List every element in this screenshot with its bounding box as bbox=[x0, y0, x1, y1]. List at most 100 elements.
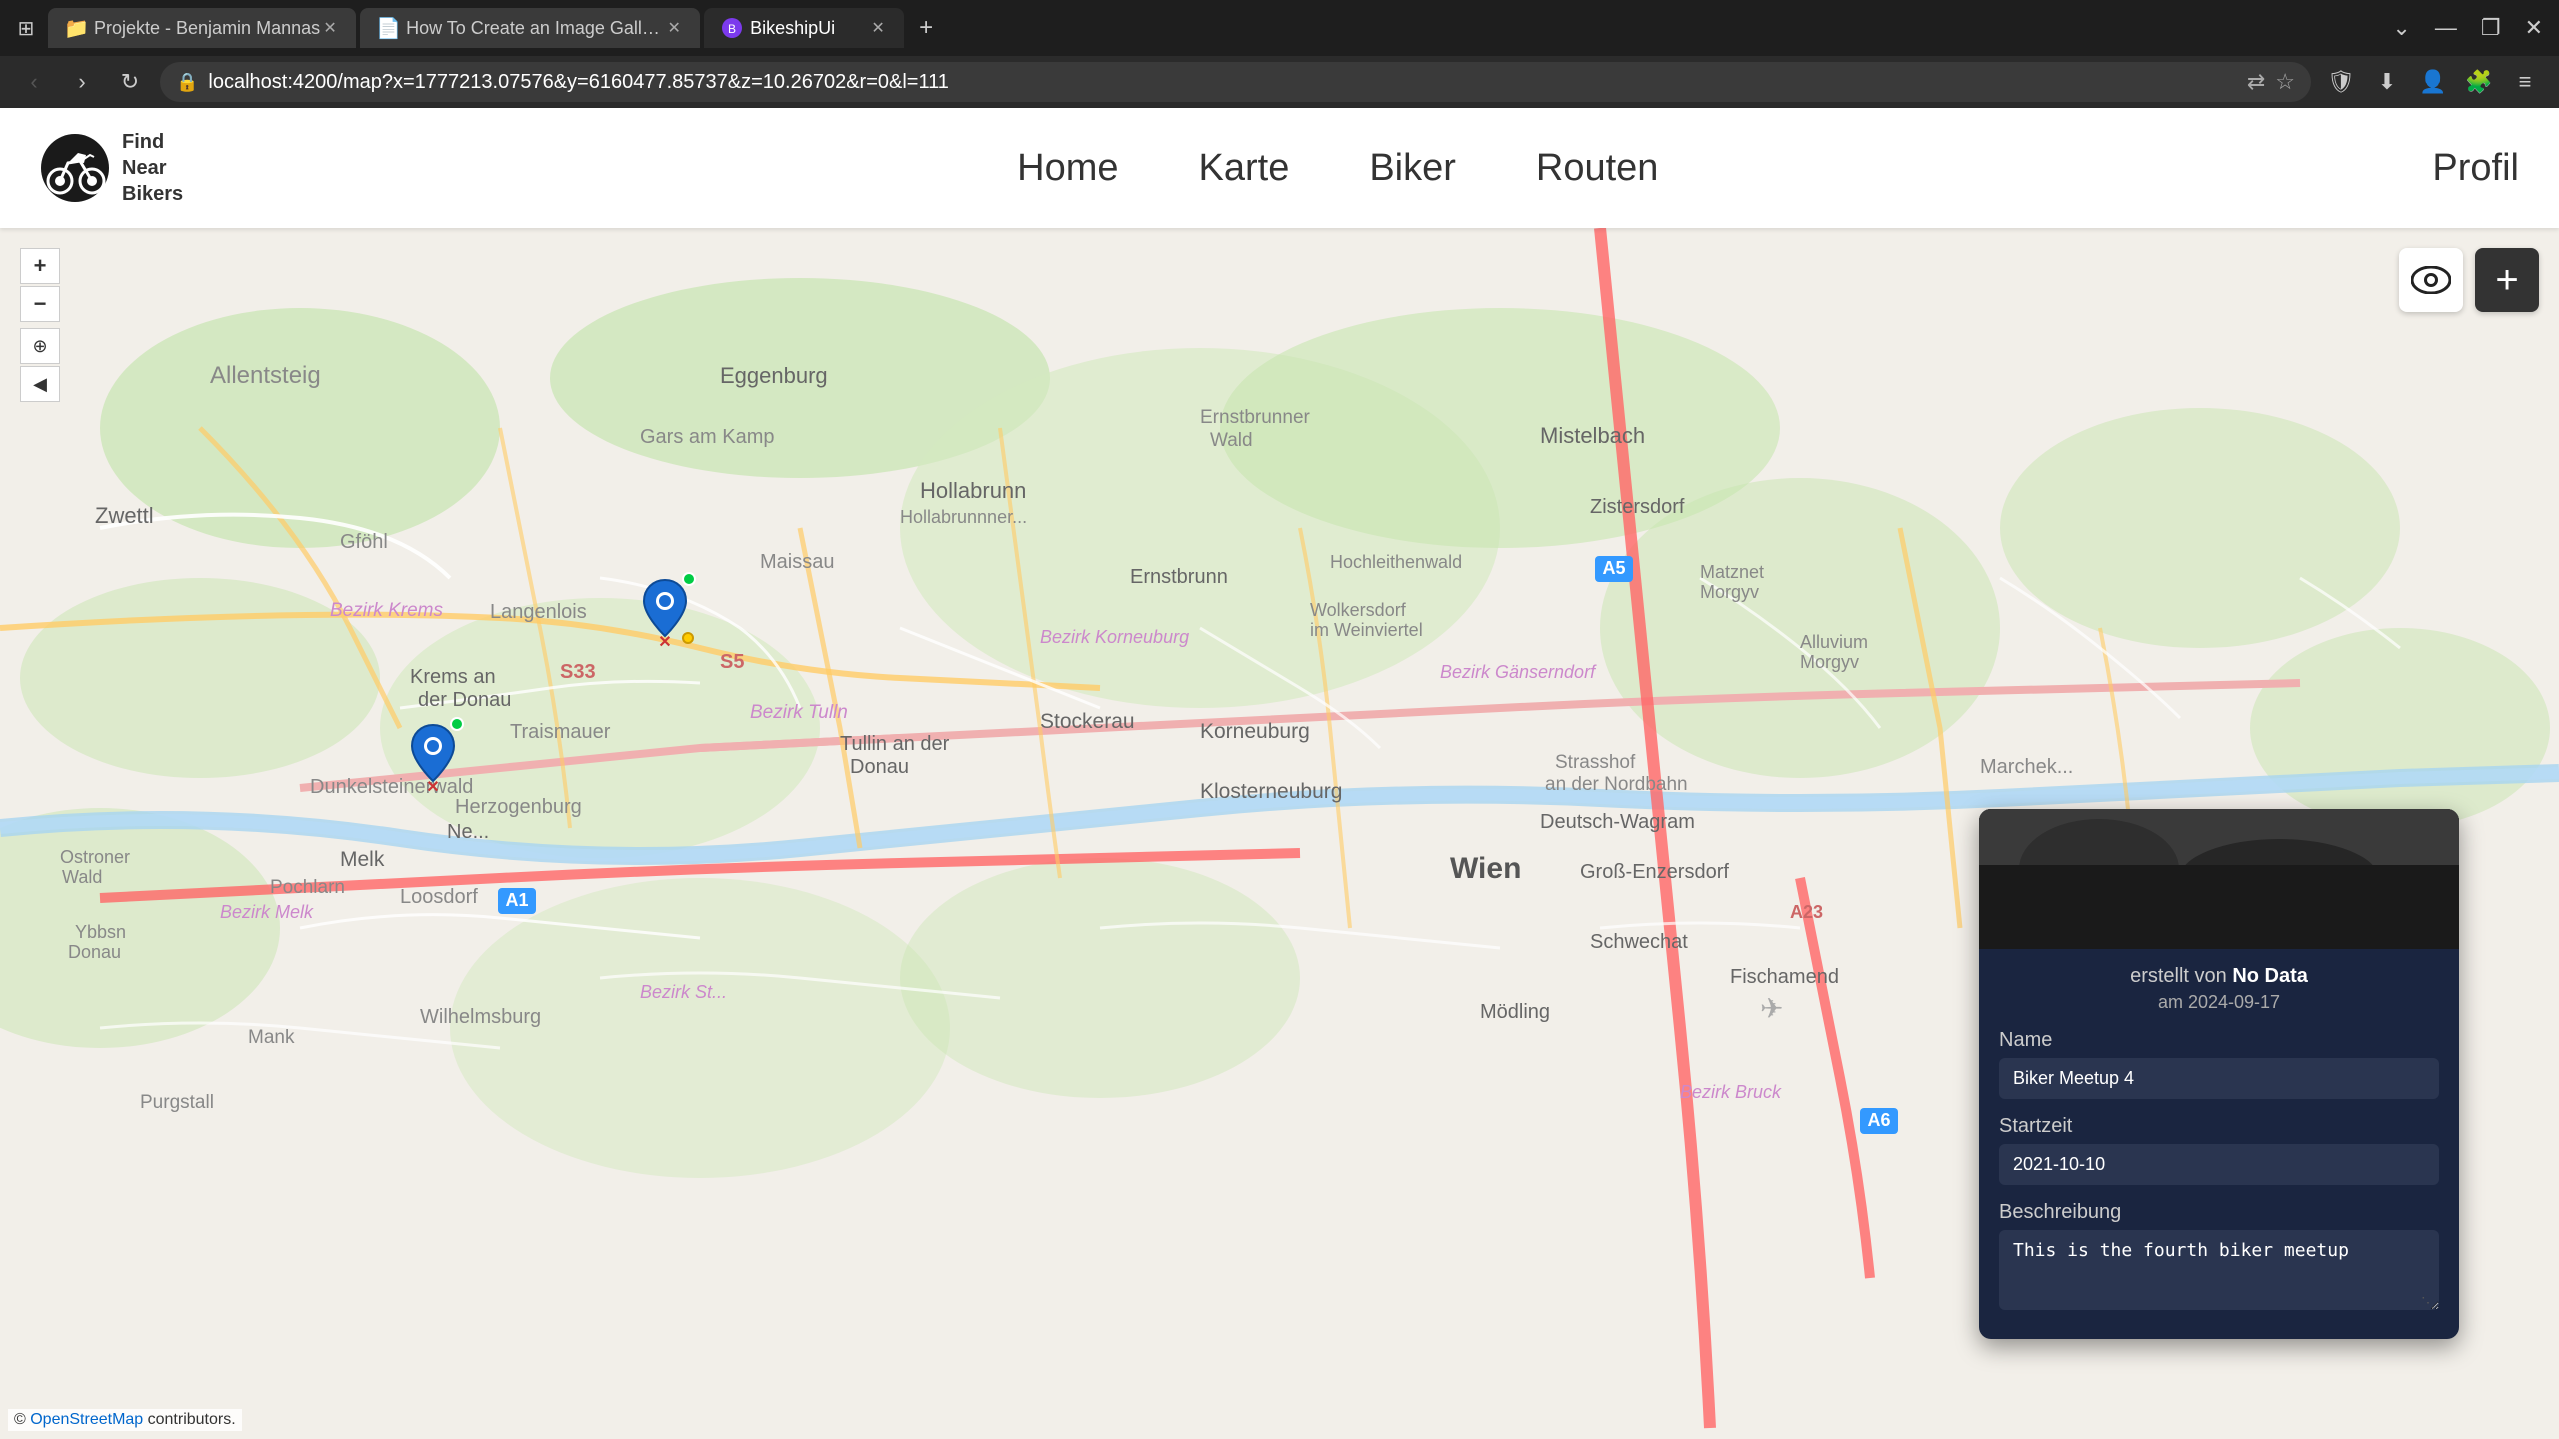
svg-text:Wald: Wald bbox=[1210, 430, 1253, 451]
star-icon[interactable]: ☆ bbox=[2275, 69, 2295, 95]
tab1-favicon: 📁 bbox=[64, 16, 88, 40]
map-overlay-controls: + bbox=[2399, 248, 2539, 312]
svg-text:Traismauer: Traismauer bbox=[510, 721, 611, 743]
svg-text:Hochleithenwald: Hochleithenwald bbox=[1330, 552, 1462, 572]
nav-routen[interactable]: Routen bbox=[1536, 147, 1659, 190]
tab-image-gallery[interactable]: 📄 How To Create an Image Gallery ✕ bbox=[360, 8, 700, 48]
svg-text:Fischamend: Fischamend bbox=[1730, 966, 1839, 988]
svg-text:Gars am Kamp: Gars am Kamp bbox=[640, 426, 774, 448]
svg-text:A23: A23 bbox=[1790, 902, 1823, 922]
svg-text:S33: S33 bbox=[560, 661, 596, 683]
openstreetmap-link[interactable]: OpenStreetMap bbox=[30, 1411, 143, 1428]
menu-icon[interactable]: ≡ bbox=[2507, 64, 2543, 100]
back-button[interactable]: ‹ bbox=[16, 64, 52, 100]
svg-text:Pochlarn: Pochlarn bbox=[270, 877, 345, 898]
new-tab-button[interactable]: + bbox=[908, 10, 944, 46]
popup-beschreibung-field: Beschreibung bbox=[1979, 1193, 2459, 1323]
svg-text:Stockerau: Stockerau bbox=[1040, 710, 1135, 733]
restore-button[interactable]: ❐ bbox=[2473, 11, 2509, 45]
zoom-out-button[interactable]: − bbox=[20, 286, 60, 322]
compass-button[interactable]: ⊕ bbox=[20, 328, 60, 364]
add-meetup-button[interactable]: + bbox=[2475, 248, 2539, 312]
svg-text:Alluvium: Alluvium bbox=[1800, 632, 1868, 652]
svg-text:Zistersdorf: Zistersdorf bbox=[1590, 496, 1685, 518]
svg-text:Groß-Enzersdorf: Groß-Enzersdorf bbox=[1580, 861, 1729, 883]
refresh-button[interactable]: ↻ bbox=[112, 64, 148, 100]
map-marker-2[interactable]: ✕ bbox=[408, 723, 458, 783]
popup-startzeit-field: Startzeit bbox=[1979, 1107, 2459, 1193]
svg-text:Herzogenburg: Herzogenburg bbox=[455, 796, 582, 818]
startzeit-label: Startzeit bbox=[1999, 1115, 2439, 1138]
svg-text:Strasshof: Strasshof bbox=[1555, 752, 1636, 773]
svg-text:Wald: Wald bbox=[62, 867, 102, 887]
tab-bikeshipui[interactable]: B BikeshipUi ✕ bbox=[704, 8, 904, 48]
svg-text:der Donau: der Donau bbox=[418, 689, 511, 711]
svg-text:Allentsteig: Allentsteig bbox=[210, 362, 321, 389]
marker-pin-icon bbox=[408, 723, 458, 783]
map-container[interactable]: Allentsteig Zwettl Eggenburg Gars am Kam… bbox=[0, 228, 2559, 1439]
svg-text:Klosterneuburg: Klosterneuburg bbox=[1200, 780, 1342, 803]
collapse-button[interactable]: ◀ bbox=[20, 366, 60, 402]
profile-icon[interactable]: 👤 bbox=[2415, 64, 2451, 100]
tab-grid-button[interactable]: ⊞ bbox=[8, 10, 44, 46]
extensions-icon[interactable]: 🧩 bbox=[2461, 64, 2497, 100]
tab-list-button[interactable]: ⌄ bbox=[2384, 11, 2418, 45]
beschreibung-textarea[interactable] bbox=[1999, 1230, 2439, 1310]
url-text: localhost:4200/map?x=1777213.07576&y=616… bbox=[208, 71, 2236, 94]
svg-text:A5: A5 bbox=[1602, 558, 1625, 578]
svg-text:Wolkersdorf: Wolkersdorf bbox=[1310, 600, 1407, 620]
url-bar[interactable]: 🔒 localhost:4200/map?x=1777213.07576&y=6… bbox=[160, 62, 2311, 102]
eye-icon bbox=[2411, 266, 2451, 294]
nav-karte[interactable]: Karte bbox=[1199, 147, 1290, 190]
shield-icon[interactable]: 🛡 bbox=[2323, 64, 2359, 100]
svg-text:Hollabrunn: Hollabrunn bbox=[920, 478, 1026, 503]
security-icon: 🔒 bbox=[176, 72, 198, 93]
creator-name: No Data bbox=[2232, 965, 2308, 987]
popup-creator: erstellt von No Data bbox=[1999, 965, 2439, 988]
startzeit-input[interactable] bbox=[1999, 1144, 2439, 1185]
svg-text:A6: A6 bbox=[1867, 1110, 1890, 1130]
window-close-button[interactable]: ✕ bbox=[2517, 11, 2551, 45]
date-prefix: am bbox=[2158, 992, 2188, 1012]
forward-button[interactable]: › bbox=[64, 64, 100, 100]
svg-text:A1: A1 bbox=[505, 890, 528, 910]
minimize-button[interactable]: — bbox=[2427, 11, 2465, 45]
address-bar: ‹ › ↻ 🔒 localhost:4200/map?x=1777213.075… bbox=[0, 56, 2559, 108]
download-icon[interactable]: ⬇ bbox=[2369, 64, 2405, 100]
svg-text:Bezirk Krems: Bezirk Krems bbox=[330, 600, 443, 621]
svg-text:S5: S5 bbox=[720, 651, 744, 673]
tab2-favicon: 📄 bbox=[376, 16, 400, 40]
date-value: 2024-09-17 bbox=[2188, 992, 2280, 1012]
tab1-close[interactable]: ✕ bbox=[320, 18, 340, 38]
profile-button[interactable]: Profil bbox=[2432, 147, 2519, 190]
zoom-in-button[interactable]: + bbox=[20, 248, 60, 284]
nav-biker[interactable]: Biker bbox=[1369, 147, 1456, 190]
popup-image-placeholder bbox=[1979, 809, 2459, 949]
nav-home[interactable]: Home bbox=[1017, 147, 1118, 190]
app-container: Find Near Bikers Home Karte Biker Routen… bbox=[0, 108, 2559, 1439]
creator-prefix: erstellt von bbox=[2130, 965, 2232, 987]
beschreibung-label: Beschreibung bbox=[1999, 1201, 2439, 1224]
svg-text:Loosdorf: Loosdorf bbox=[400, 886, 478, 908]
svg-text:im Weinviertel: im Weinviertel bbox=[1310, 620, 1423, 640]
svg-text:Mank: Mank bbox=[248, 1027, 295, 1048]
main-nav: Home Karte Biker Routen bbox=[243, 147, 2432, 190]
tab3-close[interactable]: ✕ bbox=[868, 18, 888, 38]
name-input[interactable] bbox=[1999, 1058, 2439, 1099]
svg-text:B: B bbox=[728, 22, 736, 36]
svg-text:Wilhelmsburg: Wilhelmsburg bbox=[420, 1006, 541, 1028]
svg-text:Bezirk Gänserndorf: Bezirk Gänserndorf bbox=[1440, 662, 1597, 682]
tab3-title: BikeshipUi bbox=[750, 18, 835, 39]
tab2-close[interactable]: ✕ bbox=[664, 18, 684, 38]
tab-projekte[interactable]: 📁 Projekte - Benjamin Mannas ✕ bbox=[48, 8, 356, 48]
eye-button[interactable] bbox=[2399, 248, 2463, 312]
svg-text:Ernstbrunn: Ernstbrunn bbox=[1130, 566, 1228, 588]
map-marker-1[interactable]: ✕ bbox=[640, 578, 690, 638]
svg-text:Marchek...: Marchek... bbox=[1980, 756, 2073, 778]
svg-text:Bezirk Tulln: Bezirk Tulln bbox=[750, 702, 848, 723]
translate-icon[interactable]: ⇄ bbox=[2247, 69, 2265, 95]
svg-text:Zwettl: Zwettl bbox=[95, 503, 154, 528]
svg-text:Bezirk St...: Bezirk St... bbox=[640, 982, 727, 1002]
svg-text:Bezirk Bruck: Bezirk Bruck bbox=[1680, 1082, 1782, 1102]
svg-text:✈: ✈ bbox=[1760, 993, 1783, 1024]
